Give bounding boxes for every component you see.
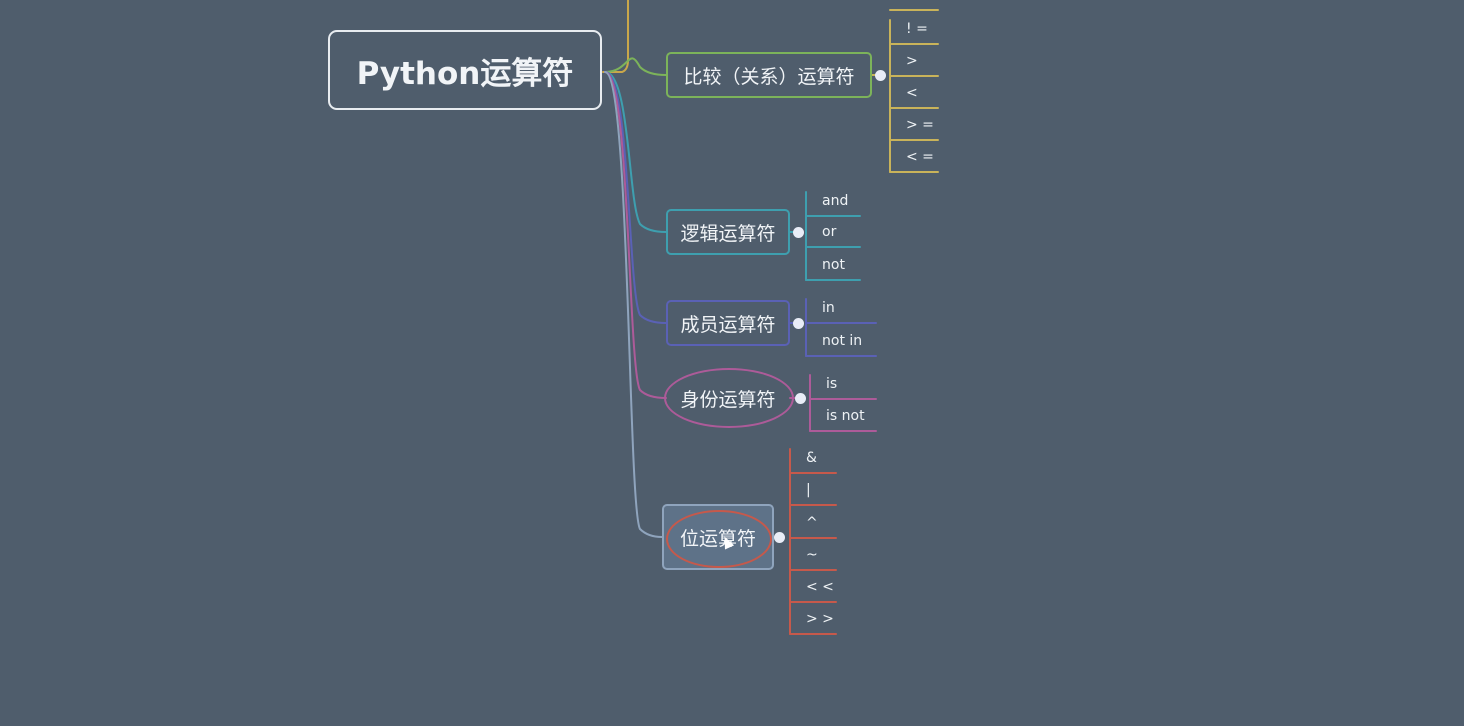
leaf-operator[interactable]: ^ — [806, 515, 818, 531]
node-label: 比较（关系）运算符 — [683, 65, 855, 88]
branch-line-4 — [604, 71, 663, 538]
leaf-operator[interactable]: and — [822, 193, 848, 209]
root-label: Python运算符 — [356, 55, 574, 92]
leaf-operator[interactable]: is not — [826, 408, 865, 424]
leaf-operator[interactable]: not — [822, 257, 845, 273]
branch-line-2 — [604, 71, 667, 324]
leaf-operator[interactable]: is — [826, 376, 837, 392]
leaf-operator[interactable]: not in — [822, 333, 862, 349]
node-label: 逻辑运算符 — [680, 222, 776, 245]
leaf-operator[interactable]: > — [906, 53, 918, 69]
branch-toggle-dot[interactable] — [795, 393, 806, 404]
leaf-operator[interactable]: in — [822, 300, 835, 316]
mindmap-connectors — [602, 0, 939, 635]
node-membership-operators[interactable]: 成员运算符 — [666, 300, 790, 346]
node-label: 成员运算符 — [680, 313, 776, 336]
leaf-operator[interactable]: or — [822, 224, 836, 240]
root-node-python-operators[interactable]: Python运算符 — [328, 30, 602, 110]
node-logical-operators[interactable]: 逻辑运算符 — [666, 209, 790, 255]
highlight-oval — [664, 368, 794, 428]
leaf-operator[interactable]: | — [806, 482, 811, 498]
leaf-operator[interactable]: > = — [906, 117, 934, 133]
leaf-operator[interactable]: > > — [806, 611, 834, 627]
trunk-branch-line — [602, 0, 629, 73]
branch-line-3 — [604, 71, 667, 399]
leaf-operator[interactable]: & — [806, 450, 817, 466]
highlight-oval — [666, 510, 772, 568]
branch-toggle-dot[interactable] — [793, 227, 804, 238]
leaf-operator[interactable]: ! = — [906, 21, 928, 37]
branch-toggle-dot[interactable] — [875, 70, 886, 81]
branch-toggle-dot[interactable] — [793, 318, 804, 329]
node-comparison-operators[interactable]: 比较（关系）运算符 — [666, 52, 872, 98]
leaf-operator[interactable]: < — [906, 85, 918, 101]
leaf-operator[interactable]: < = — [906, 149, 934, 165]
branch-toggle-dot[interactable] — [774, 532, 785, 543]
leaf-operator[interactable]: < < — [806, 579, 834, 595]
leaf-operator[interactable]: ~ — [806, 547, 818, 563]
